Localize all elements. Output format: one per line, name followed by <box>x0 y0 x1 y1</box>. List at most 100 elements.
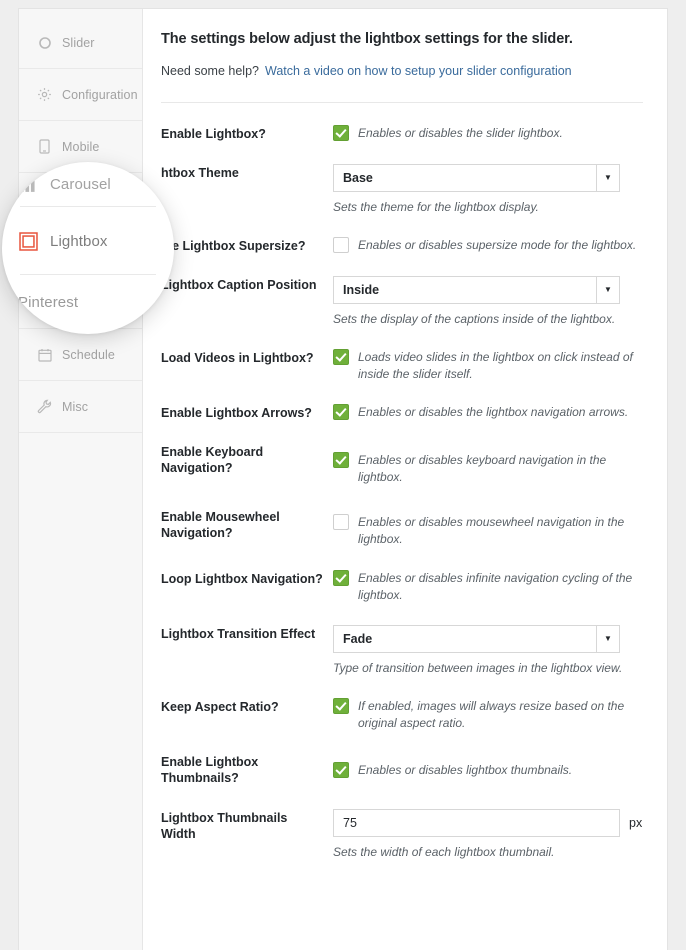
row-label: Load Videos in Lightbox? <box>161 351 314 365</box>
setting-row-mousewheel-navigation: Enable Mousewheel Navigation? Enables or… <box>161 508 643 547</box>
setting-row-enable-thumbnails: Enable Lightbox Thumbnails? Enables or d… <box>161 753 643 786</box>
mobile-phone-icon <box>36 138 53 155</box>
keep-aspect-ratio-checkbox[interactable] <box>333 698 349 714</box>
thumbnails-width-unit: px <box>629 816 643 830</box>
row-hint: Enables or disables lightbox thumbnails. <box>358 763 573 777</box>
settings-card: Slider Configuration Mobile Carousel Lig… <box>18 8 668 950</box>
sidebar-item-label: Lightbox <box>62 243 111 258</box>
pinterest-icon <box>36 294 53 311</box>
row-field: Enables or disables keyboard navigation … <box>333 443 643 485</box>
row-field: px Sets the width of each lightbox thumb… <box>333 809 643 860</box>
row-hint: Type of transition between images in the… <box>333 661 623 675</box>
row-hint: Loads video slides in the lightbox on cl… <box>358 350 633 381</box>
sidebar-item-misc[interactable]: Misc <box>19 381 142 433</box>
gear-icon <box>36 86 53 103</box>
sidebar-item-label: Slider <box>62 35 95 50</box>
lightbox-theme-select[interactable]: Base ▼ <box>333 164 620 192</box>
sidebar-item-schedule[interactable]: Schedule <box>19 329 142 381</box>
thumbnails-width-input[interactable] <box>333 809 620 837</box>
setting-row-lightbox-arrows: Enable Lightbox Arrows? Enables or disab… <box>161 404 643 421</box>
help-line: Need some help? Watch a video on how to s… <box>161 64 643 78</box>
row-field: Inside ▼ Sets the display of the caption… <box>333 276 643 327</box>
sidebar-item-label: Misc <box>62 399 89 414</box>
row-label: Enable Lightbox Thumbnails? <box>161 755 259 785</box>
row-hint: If enabled, images will always resize ba… <box>358 699 625 730</box>
sidebar-item-mobile[interactable]: Mobile <box>19 121 142 173</box>
row-hint: Sets the width of each lightbox thumbnai… <box>333 845 555 859</box>
sidebar-item-label: Mobile <box>62 139 100 154</box>
calendar-icon <box>36 346 53 363</box>
settings-sidebar: Slider Configuration Mobile Carousel Lig… <box>19 9 143 950</box>
row-label: ble Lightbox Supersize? <box>161 239 306 253</box>
wrench-icon <box>36 398 53 415</box>
row-hint: Sets the display of the captions inside … <box>333 312 616 326</box>
keyboard-navigation-checkbox[interactable] <box>333 452 349 468</box>
setting-row-keep-aspect-ratio: Keep Aspect Ratio? If enabled, images wi… <box>161 698 643 731</box>
enable-lightbox-checkbox[interactable] <box>333 125 349 141</box>
enable-thumbnails-checkbox[interactable] <box>333 762 349 778</box>
lightbox-supersize-checkbox[interactable] <box>333 237 349 253</box>
sidebar-item-pinterest[interactable]: Pinterest <box>19 277 142 329</box>
chevron-down-icon: ▼ <box>596 626 619 652</box>
setting-row-lightbox-theme: htbox Theme Base ▼ Sets the theme for th… <box>161 164 643 215</box>
load-videos-checkbox[interactable] <box>333 349 349 365</box>
sidebar-item-carousel[interactable]: Carousel <box>19 173 142 225</box>
sidebar-item-lightbox[interactable]: Lightbox <box>19 225 142 277</box>
setting-row-thumbnails-width: Lightbox Thumbnails Width px Sets the wi… <box>161 809 643 860</box>
row-field: Enables or disables the lightbox navigat… <box>333 404 643 421</box>
setting-row-keyboard-navigation: Enable Keyboard Navigation? Enables or d… <box>161 443 643 485</box>
setting-row-load-videos: Load Videos in Lightbox? Loads video sli… <box>161 349 643 382</box>
chevron-down-icon: ▼ <box>596 165 619 191</box>
row-label: htbox Theme <box>161 166 239 180</box>
setting-row-transition-effect: Lightbox Transition Effect Fade ▼ Type o… <box>161 625 643 676</box>
transition-effect-select[interactable]: Fade ▼ <box>333 625 620 653</box>
row-hint: Enables or disables mousewheel navigatio… <box>358 515 625 546</box>
row-label: Keep Aspect Ratio? <box>161 700 279 714</box>
row-hint: Enables or disables keyboard navigation … <box>358 453 607 484</box>
row-field: Enables or disables infinite navigation … <box>333 570 643 603</box>
setting-row-caption-position: Lightbox Caption Position Inside ▼ Sets … <box>161 276 643 327</box>
header-divider <box>161 102 643 103</box>
sidebar-item-label: Configuration <box>62 87 138 102</box>
settings-content: The settings below adjust the lightbox s… <box>143 9 667 950</box>
sidebar-item-slider[interactable]: Slider <box>19 17 142 69</box>
help-prefix: Need some help? <box>161 64 259 78</box>
row-hint: Enables or disables supersize mode for t… <box>358 238 637 252</box>
chevron-down-icon: ▼ <box>596 277 619 303</box>
setting-row-loop-navigation: Loop Lightbox Navigation? Enables or dis… <box>161 570 643 603</box>
setting-row-enable-lightbox: Enable Lightbox? Enables or disables the… <box>161 125 643 142</box>
lightbox-frame-icon <box>36 242 53 259</box>
row-hint: Enables or disables the lightbox navigat… <box>358 405 629 419</box>
row-field: Loads video slides in the lightbox on cl… <box>333 349 643 382</box>
caption-position-select[interactable]: Inside ▼ <box>333 276 620 304</box>
row-label: Lightbox Caption Position <box>161 278 317 292</box>
row-hint: Enables or disables the slider lightbox. <box>358 126 563 140</box>
row-label: Enable Lightbox? <box>161 127 266 141</box>
row-field: Enables or disables the slider lightbox. <box>333 125 643 142</box>
loop-navigation-checkbox[interactable] <box>333 570 349 586</box>
row-label: Enable Keyboard Navigation? <box>161 445 264 475</box>
row-field: Enables or disables lightbox thumbnails. <box>333 753 643 779</box>
carousel-bars-icon <box>36 190 53 207</box>
sidebar-item-label: Pinterest <box>62 295 113 310</box>
mousewheel-navigation-checkbox[interactable] <box>333 514 349 530</box>
row-hint: Enables or disables infinite navigation … <box>358 571 633 602</box>
sidebar-item-label: Schedule <box>62 347 115 362</box>
lightbox-arrows-checkbox[interactable] <box>333 404 349 420</box>
row-field: If enabled, images will always resize ba… <box>333 698 643 731</box>
slider-ring-icon <box>36 34 53 51</box>
row-label: Loop Lightbox Navigation? <box>161 572 323 586</box>
row-field: Base ▼ Sets the theme for the lightbox d… <box>333 164 643 215</box>
select-value: Fade <box>343 632 373 646</box>
row-label: Enable Lightbox Arrows? <box>161 406 312 420</box>
row-label: Enable Mousewheel Navigation? <box>161 510 280 540</box>
row-label: Lightbox Thumbnails Width <box>161 811 288 841</box>
page-title: The settings below adjust the lightbox s… <box>161 31 573 47</box>
select-value: Inside <box>343 283 380 297</box>
row-hint: Sets the theme for the lightbox display. <box>333 200 539 214</box>
sidebar-item-configuration[interactable]: Configuration <box>19 69 142 121</box>
select-value: Base <box>343 171 373 185</box>
watch-video-link[interactable]: Watch a video on how to setup your slide… <box>265 64 572 78</box>
row-field: Enables or disables mousewheel navigatio… <box>333 508 643 547</box>
row-field: Fade ▼ Type of transition between images… <box>333 625 643 676</box>
